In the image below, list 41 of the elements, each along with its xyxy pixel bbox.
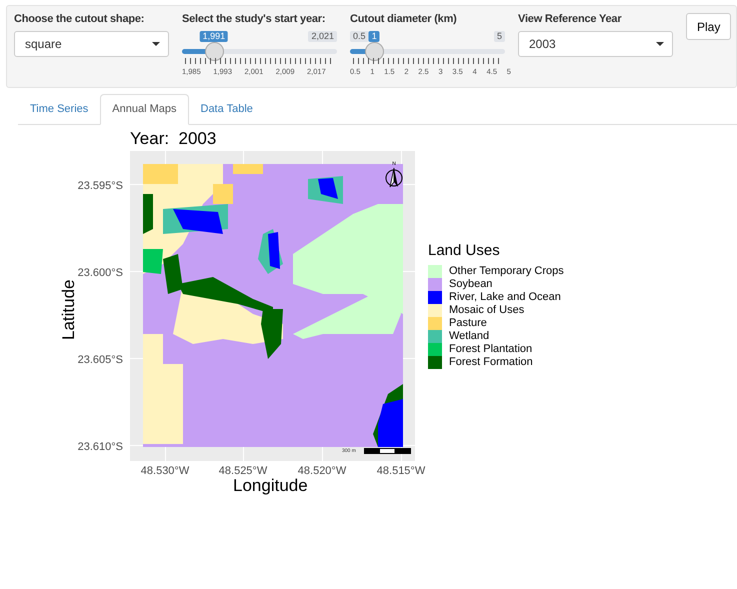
select-field[interactable]: 2003 bbox=[518, 31, 673, 57]
max-label: 2,021 bbox=[308, 31, 337, 42]
legend-label: Forest Formation bbox=[449, 356, 533, 369]
axis-tick-label: 48.515°W bbox=[376, 464, 426, 479]
slider-handle[interactable] bbox=[365, 42, 384, 61]
select-field[interactable]: square bbox=[14, 31, 169, 57]
axis-tick-label: 23.610°S bbox=[78, 440, 123, 455]
plot-title: Year: 2003 bbox=[130, 128, 216, 150]
tab[interactable]: Data Table bbox=[188, 94, 265, 125]
tab[interactable]: Annual Maps bbox=[100, 94, 188, 125]
legend-title: Land Uses bbox=[428, 241, 500, 261]
legend-label: Wetland bbox=[449, 330, 490, 343]
control-label: Select the study's start year: bbox=[182, 12, 326, 26]
axis-tick-label: 23.595°S bbox=[78, 179, 123, 194]
select-value: 2003 bbox=[529, 36, 556, 53]
scale-bar bbox=[364, 448, 411, 454]
select-value: square bbox=[25, 36, 62, 53]
value-label: 1,991 bbox=[200, 31, 228, 42]
axis-tick-label: 48.530°W bbox=[140, 464, 190, 479]
play-button[interactable]: Play bbox=[686, 13, 732, 40]
caret-icon bbox=[152, 42, 160, 46]
max-label: 5 bbox=[494, 31, 505, 42]
value-label: 1 bbox=[368, 31, 380, 42]
control-label: Choose the cutout shape: bbox=[14, 12, 146, 26]
legend-label: Mosaic of Uses bbox=[449, 304, 524, 317]
legend-label: Other Temporary Crops bbox=[449, 265, 564, 278]
legend-label: Forest Plantation bbox=[449, 343, 532, 356]
slider[interactable] bbox=[182, 42, 337, 61]
tab[interactable]: Time Series bbox=[18, 94, 100, 125]
caret-icon bbox=[656, 42, 664, 46]
legend-label: Pasture bbox=[449, 317, 487, 330]
axis-tick-label: 23.600°S bbox=[78, 266, 123, 281]
min-label: 0.5 bbox=[350, 31, 369, 42]
legend-label: Soybean bbox=[449, 278, 492, 291]
legend-label: River, Lake and Ocean bbox=[449, 291, 561, 304]
control-label: Cutout diameter (km) bbox=[350, 12, 458, 26]
slider[interactable] bbox=[350, 42, 505, 61]
control-label: View Reference Year bbox=[518, 12, 622, 26]
axis-tick-label: 23.605°S bbox=[78, 353, 123, 368]
axis-title: Latitude bbox=[58, 280, 79, 340]
slider-handle[interactable] bbox=[204, 42, 224, 61]
